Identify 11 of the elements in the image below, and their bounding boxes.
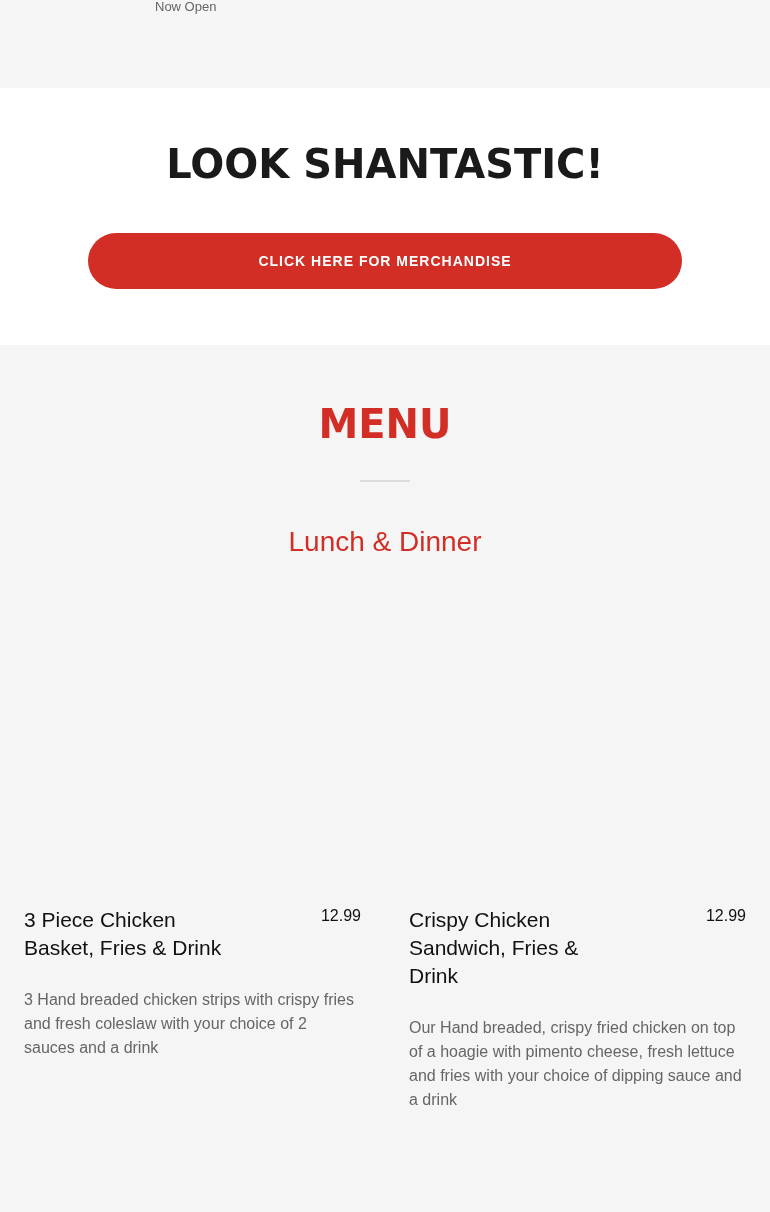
merchandise-button[interactable]: CLICK HERE FOR MERCHANDISE <box>88 233 682 289</box>
section-heading: LOOK SHANTASTIC! <box>166 140 604 188</box>
item-price: 12.99 <box>320 906 361 926</box>
menu-section-heading: Lunch & Dinner <box>288 526 482 558</box>
item-name: 3 Piece Chicken Basket, Fries & Drink <box>24 907 223 961</box>
banner-text: Now Open <box>155 0 217 14</box>
item-price: 12.99 <box>705 906 746 926</box>
item-description: Our Hand breaded, crispy fried chicken on top of a hoagie with pimento cheese, fresh lettuce and fries with your choice of dipping sauce and a drink <box>409 1018 743 1110</box>
item-name: Crispy Chicken Sandwich, Fries & Drink <box>409 907 580 989</box>
item-description: 3 Hand breaded chicken strips with crispy fries and fresh coleslaw with your choice of 2 sauces and a drink <box>24 990 355 1058</box>
menu-heading: MENU <box>318 400 452 448</box>
